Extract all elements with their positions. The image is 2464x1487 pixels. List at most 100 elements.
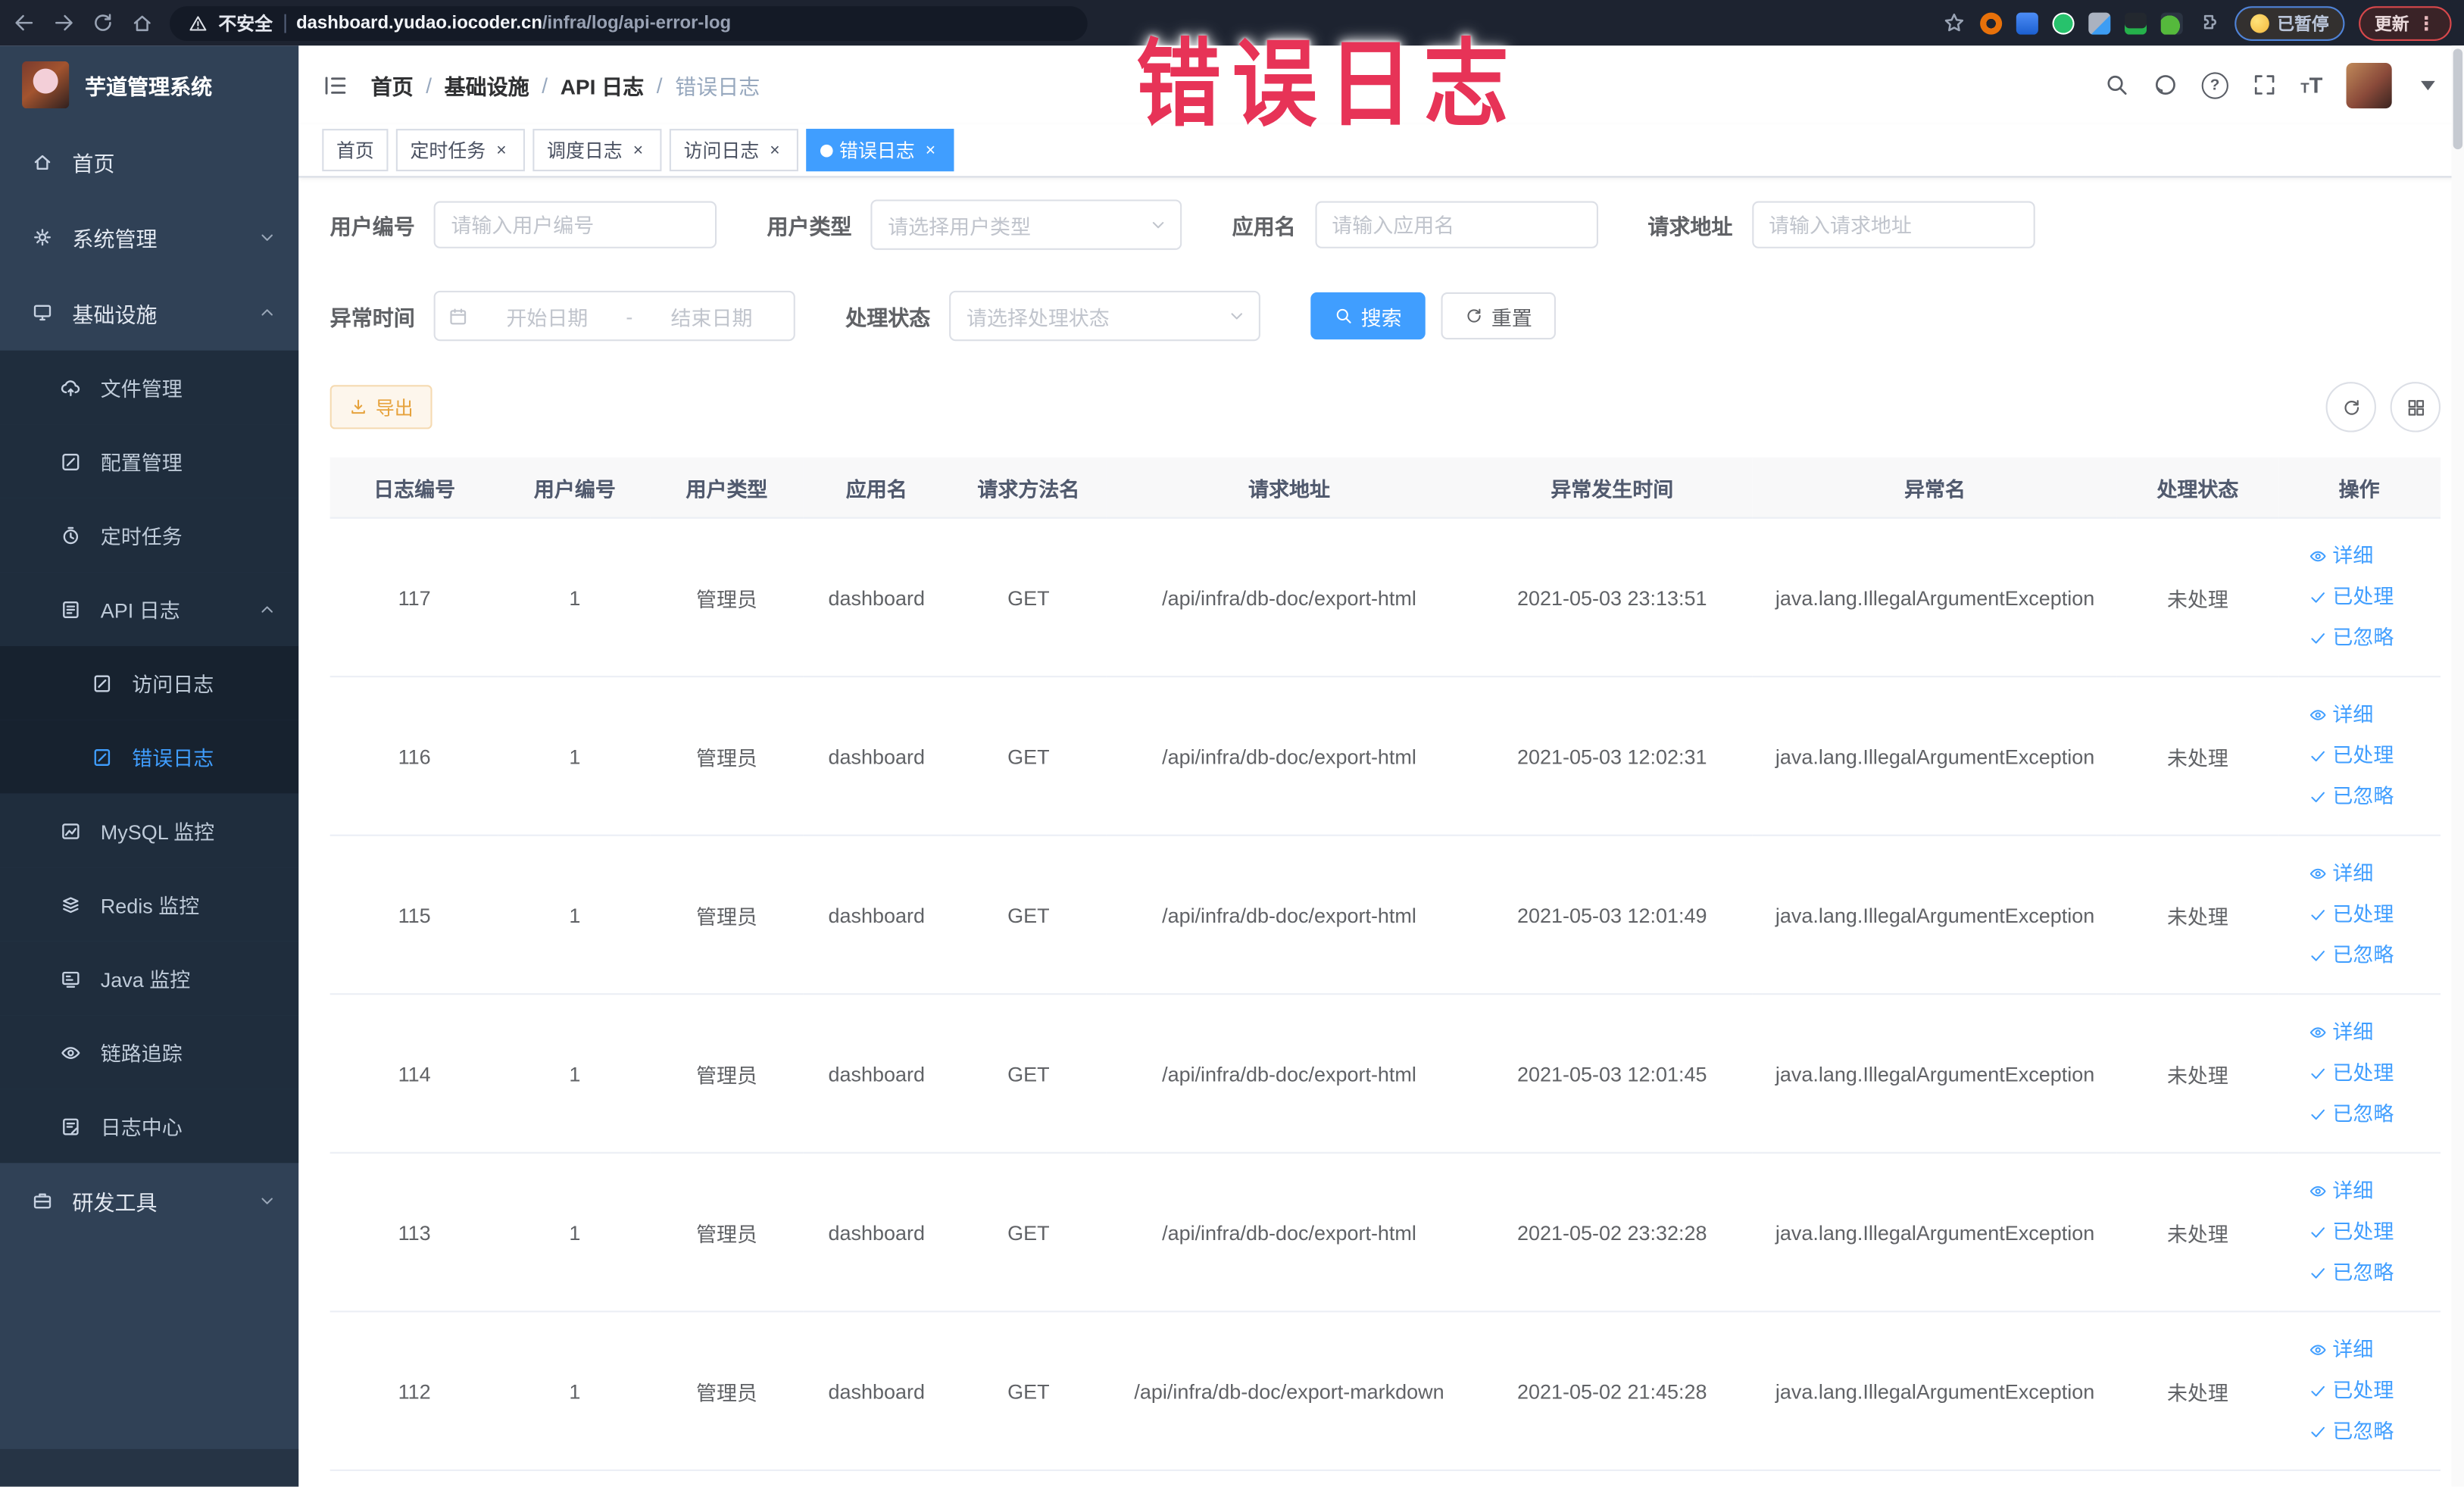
tab[interactable]: 定时任务	[395, 129, 526, 172]
ignored-link[interactable]: 已忽略	[2309, 617, 2409, 658]
github-icon[interactable]	[2153, 72, 2178, 97]
extension-icon[interactable]	[2160, 11, 2183, 34]
sidebar-item[interactable]: 链路追踪	[0, 1015, 299, 1089]
search-button[interactable]: 搜索	[1310, 292, 1426, 340]
user-id-input[interactable]	[433, 201, 717, 248]
sidebar-item[interactable]: 配置管理	[0, 424, 299, 498]
sidebar-item[interactable]: Java 监控	[0, 941, 299, 1016]
close-icon[interactable]	[921, 141, 940, 160]
breadcrumb-item[interactable]: 首页	[371, 69, 414, 100]
processed-link[interactable]: 已处理	[2309, 736, 2409, 776]
extension-icon[interactable]	[2052, 11, 2075, 34]
check-icon	[2309, 1223, 2328, 1242]
collapse-menu-icon[interactable]	[322, 71, 348, 98]
sidebar-item[interactable]: 访问日志	[0, 645, 299, 720]
chrome-menu-icon[interactable]: ⋮	[2417, 12, 2436, 34]
column-settings-button[interactable]	[2390, 382, 2441, 433]
refresh-icon	[1465, 307, 1484, 326]
detail-link[interactable]: 详细	[2309, 536, 2409, 576]
sidebar-item[interactable]: API 日志	[0, 572, 299, 646]
breadcrumb-item[interactable]: 错误日志	[675, 69, 760, 100]
help-icon[interactable]	[2201, 71, 2228, 98]
sidebar-item[interactable]: MySQL 监控	[0, 793, 299, 868]
column-header: 用户编号	[498, 457, 651, 519]
ignored-link[interactable]: 已忽略	[2309, 1253, 2409, 1294]
ignored-link[interactable]: 已忽略	[2309, 776, 2409, 817]
request-url-cell: /api/infra/db-doc/export-html	[1106, 1152, 1472, 1313]
detail-link[interactable]: 详细	[2309, 1329, 2409, 1370]
close-icon[interactable]	[492, 141, 511, 160]
forward-icon[interactable]	[52, 11, 75, 35]
reload-icon[interactable]	[91, 11, 114, 35]
font-size-icon[interactable]	[2300, 74, 2322, 96]
processed-link[interactable]: 已处理	[2309, 1053, 2409, 1094]
column-header: 操作	[2278, 457, 2441, 519]
sidebar-item[interactable]: 研发工具	[0, 1163, 298, 1239]
table-row[interactable]: 113 1 管理员 dashboard GET /api/infra/db-do…	[329, 1152, 2441, 1313]
fullscreen-icon[interactable]	[2252, 72, 2277, 97]
table-row[interactable]: 115 1 管理员 dashboard GET /api/infra/db-do…	[329, 835, 2441, 995]
table-row[interactable]: 117 1 管理员 dashboard GET /api/infra/db-do…	[329, 517, 2441, 678]
extension-icon[interactable]	[2124, 11, 2147, 34]
detail-link[interactable]: 详细	[2309, 1012, 2409, 1053]
sidebar-item[interactable]: 系统管理	[0, 199, 298, 275]
detail-link[interactable]: 详细	[2309, 695, 2409, 736]
extension-icon[interactable]	[2088, 11, 2111, 34]
user-type-select[interactable]: 请选择用户类型	[870, 199, 1182, 250]
export-button[interactable]: 导出	[329, 385, 433, 430]
table-row[interactable]: 114 1 管理员 dashboard GET /api/infra/db-do…	[329, 994, 2441, 1154]
address-bar[interactable]: 不安全 dashboard.yudao.iocoder.cn/infra/log…	[170, 5, 1088, 40]
tab[interactable]: 错误日志	[806, 129, 954, 172]
tab[interactable]: 调度日志	[532, 129, 662, 172]
extensions-puzzle-icon[interactable]	[2197, 11, 2220, 35]
breadcrumb-item[interactable]: 基础设施	[445, 69, 529, 100]
breadcrumb-item[interactable]: API 日志	[561, 69, 645, 100]
app-name-input[interactable]	[1314, 201, 1597, 248]
refresh-table-button[interactable]	[2325, 382, 2376, 433]
processed-link[interactable]: 已处理	[2309, 1212, 2409, 1253]
sidebar-item[interactable]: 错误日志	[0, 720, 299, 794]
table-row[interactable]: 116 1 管理员 dashboard GET /api/infra/db-do…	[329, 676, 2441, 836]
exception-time-cell: 2021-05-03 12:01:45	[1471, 994, 1753, 1154]
avatar[interactable]	[2346, 61, 2392, 108]
sidebar-item[interactable]: 文件管理	[0, 350, 299, 425]
update-button[interactable]: 更新 ⋮	[2359, 5, 2452, 40]
home-icon[interactable]	[130, 11, 154, 35]
sidebar-item[interactable]: Redis 监控	[0, 867, 299, 942]
table-row[interactable]: 112 1 管理员 dashboard GET /api/infra/db-do…	[329, 1311, 2441, 1471]
processed-link[interactable]: 已处理	[2309, 576, 2409, 617]
back-icon[interactable]	[13, 11, 36, 35]
detail-link[interactable]: 详细	[2309, 1171, 2409, 1212]
scrollbar-thumb[interactable]	[2453, 48, 2463, 150]
request-url-input[interactable]	[1751, 201, 2035, 248]
sidebar-item[interactable]: 首页	[0, 124, 298, 200]
close-icon[interactable]	[766, 141, 785, 160]
status-cell: 未处理	[2117, 1152, 2278, 1313]
processed-link[interactable]: 已处理	[2309, 1370, 2409, 1411]
app-logo[interactable]: 芋道管理系统	[0, 45, 298, 124]
extension-icon[interactable]	[2016, 11, 2038, 34]
exception-time-range-picker[interactable]: 开始日期 - 结束日期	[433, 290, 795, 342]
extension-icon[interactable]	[1980, 11, 2003, 34]
tab[interactable]: 访问日志	[669, 129, 799, 172]
ignored-link[interactable]: 已忽略	[2309, 1094, 2409, 1135]
exception-name-cell: java.lang.IllegalArgumentException	[1752, 517, 2118, 678]
processed-link[interactable]: 已处理	[2309, 895, 2409, 936]
bookmark-star-icon[interactable]	[1942, 11, 1966, 35]
tab[interactable]: 首页	[322, 129, 389, 172]
reset-button[interactable]: 重置	[1441, 292, 1557, 340]
chevron-down-icon	[1149, 215, 1168, 234]
sidebar-item[interactable]: 基础设施	[0, 275, 298, 351]
search-icon[interactable]	[2104, 72, 2129, 97]
emoji-face-icon	[2250, 13, 2269, 33]
page-scrollbar[interactable]	[2451, 45, 2464, 1487]
paused-badge[interactable]: 已暂停	[2234, 5, 2345, 40]
sidebar-item[interactable]: 定时任务	[0, 498, 299, 573]
process-status-select[interactable]: 请选择处理状态	[949, 290, 1260, 342]
ignored-link[interactable]: 已忽略	[2309, 1411, 2409, 1452]
sidebar-item[interactable]: 日志中心	[0, 1089, 299, 1164]
close-icon[interactable]	[629, 141, 648, 160]
detail-link[interactable]: 详细	[2309, 854, 2409, 895]
caret-down-icon[interactable]	[2416, 72, 2441, 97]
ignored-link[interactable]: 已忽略	[2309, 935, 2409, 976]
